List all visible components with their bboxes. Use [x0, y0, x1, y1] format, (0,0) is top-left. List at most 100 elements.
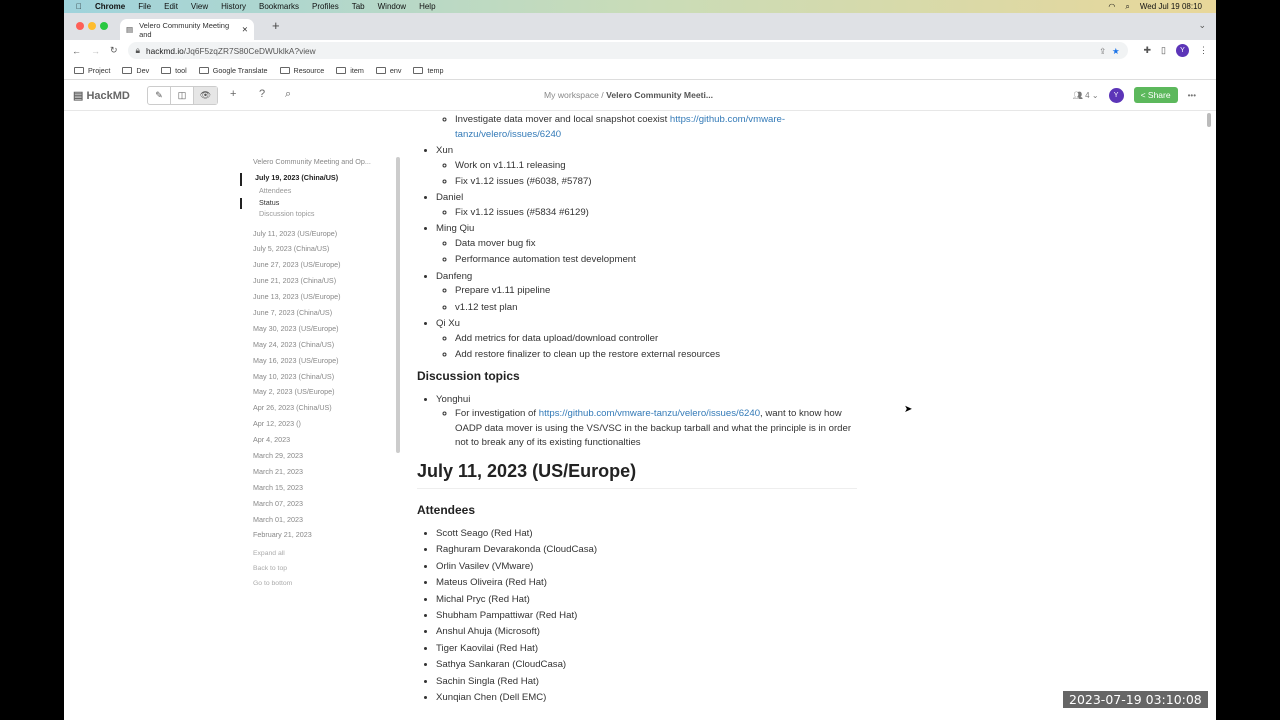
- toc-item[interactable]: May 24, 2023 (China/US): [240, 340, 400, 356]
- toc-title[interactable]: Velero Community Meeting and Op...: [240, 157, 400, 173]
- list-item: Add metrics for data upload/download con…: [455, 332, 857, 347]
- close-tab-icon[interactable]: ✕: [242, 25, 248, 34]
- issue-link[interactable]: https://github.com/vmware-tanzu/velero/i…: [539, 408, 760, 419]
- toc-item[interactable]: June 7, 2023 (China/US): [240, 308, 400, 324]
- menu-window[interactable]: Window: [378, 2, 406, 11]
- toc-expand-all[interactable]: Expand all: [240, 550, 400, 565]
- folder-icon: [413, 66, 424, 74]
- toc-item[interactable]: Apr 26, 2023 (China/US): [240, 403, 400, 419]
- url-input[interactable]: 🔒︎ hackmd.io/Jq6F5zqZR7S80CeDWUklkA?view…: [127, 42, 1128, 59]
- tab-search-chevron-icon[interactable]: ⌄: [1198, 20, 1206, 31]
- bookmark-env[interactable]: env: [375, 66, 401, 75]
- toc-go-to-bottom[interactable]: Go to bottom: [240, 580, 400, 595]
- back-icon[interactable]: ←: [72, 46, 81, 56]
- toc-item[interactable]: May 16, 2023 (US/Europe): [240, 356, 400, 372]
- view-mode-eye-icon[interactable]: 👁︎: [194, 87, 217, 104]
- person-name: Danfeng: [436, 270, 473, 282]
- extensions-icon[interactable]: ✚: [1144, 45, 1152, 56]
- attendee-item: Scott Seago (Red Hat): [436, 527, 857, 542]
- clock[interactable]: Wed Jul 19 08:10: [1140, 2, 1202, 11]
- toc-sub-status[interactable]: Status: [240, 197, 400, 209]
- close-window-button[interactable]: [76, 22, 84, 30]
- toc-item[interactable]: May 30, 2023 (US/Europe): [240, 324, 400, 340]
- menu-history[interactable]: History: [221, 2, 246, 11]
- toc-item[interactable]: March 21, 2023: [240, 467, 400, 483]
- bookmark-star-icon[interactable]: ★: [1112, 46, 1119, 56]
- list-item: Performance automation test development: [455, 253, 857, 268]
- bookmark-project[interactable]: Project: [74, 66, 110, 75]
- share-page-icon[interactable]: ⇪: [1099, 46, 1106, 56]
- reload-icon[interactable]: ↻: [110, 45, 118, 56]
- bookmark-dev[interactable]: Dev: [122, 66, 149, 75]
- toc-current-section[interactable]: July 19, 2023 (China/US): [240, 173, 400, 186]
- maximize-window-button[interactable]: [100, 22, 108, 30]
- minimize-window-button[interactable]: [88, 22, 96, 30]
- split-mode-icon[interactable]: ◫: [171, 87, 194, 104]
- forward-icon[interactable]: →: [91, 46, 100, 56]
- bookmark-label: Google Translate: [212, 65, 268, 75]
- screen:  Chrome File Edit View History Bookmarks Pro…: [64, 0, 1216, 720]
- toc-item[interactable]: June 27, 2023 (US/Europe): [240, 260, 400, 276]
- folder-icon: [161, 66, 172, 74]
- breadcrumb-workspace[interactable]: My workspace /: [544, 90, 604, 100]
- user-avatar[interactable]: Y: [1108, 87, 1124, 103]
- list-item: Ming Qiu Data mover bug fixPerformance au…: [436, 222, 857, 268]
- menu-view[interactable]: View: [191, 2, 208, 11]
- toc-item[interactable]: May 10, 2023 (China/US): [240, 372, 400, 388]
- menu-tab[interactable]: Tab: [352, 2, 365, 11]
- toc-item[interactable]: Apr 12, 2023 (): [240, 419, 400, 435]
- more-menu-icon[interactable]: ⋮: [1199, 45, 1216, 56]
- apple-icon[interactable]: : [76, 2, 82, 11]
- attendee-item: Sathya Sankaran (CloudCasa): [436, 658, 857, 673]
- search-icon[interactable]: ⌕: [1125, 2, 1129, 12]
- toc-item[interactable]: March 01, 2023: [240, 515, 400, 531]
- toc-item[interactable]: March 29, 2023: [240, 451, 400, 467]
- new-tab-button[interactable]: +: [272, 18, 280, 33]
- toc-item[interactable]: June 21, 2023 (China/US): [240, 276, 400, 292]
- toc-item[interactable]: February 21, 2023: [240, 530, 400, 546]
- page-scrollbar[interactable]: [1207, 113, 1211, 127]
- bookmark-tool[interactable]: tool: [161, 66, 187, 75]
- menu-profiles[interactable]: Profiles: [312, 2, 339, 11]
- toc-sub-discussion-topics[interactable]: Discussion topics: [240, 209, 400, 221]
- search-icon[interactable]: ⌕: [285, 88, 291, 101]
- menu-help[interactable]: Help: [419, 2, 435, 11]
- attendee-item: Shubham Pampattiwar (Red Hat): [436, 609, 857, 624]
- wifi-icon[interactable]: ◠: [1108, 2, 1115, 11]
- folder-icon: [74, 66, 84, 74]
- bookmark-label: Project: [88, 65, 111, 75]
- toc-item[interactable]: July 11, 2023 (US/Europe): [240, 229, 400, 245]
- list-item: Prepare v1.11 pipeline: [455, 284, 857, 299]
- toc-item[interactable]: Apr 4, 2023: [240, 435, 400, 451]
- bookmark-google-translate[interactable]: Google Translate: [198, 65, 268, 75]
- toc-sub-attendees[interactable]: Attendees: [240, 186, 400, 198]
- menu-app[interactable]: Chrome: [95, 2, 125, 11]
- share-icon: <: [1140, 90, 1146, 100]
- menu-items: File Edit View History Bookmarks Profiles Tab W…: [138, 2, 435, 11]
- menu-edit[interactable]: Edit: [164, 2, 178, 11]
- toc-item[interactable]: March 07, 2023: [240, 499, 400, 515]
- menu-bookmarks[interactable]: Bookmarks: [259, 2, 299, 11]
- edit-mode-pencil-icon[interactable]: ✎: [148, 87, 171, 104]
- navbar-right: 👥︎ 4 ⌄ Y < Share •••: [1073, 87, 1196, 103]
- new-note-plus-icon[interactable]: +: [230, 88, 236, 100]
- toc-item[interactable]: May 2, 2023 (US/Europe): [240, 387, 400, 403]
- toc-item[interactable]: July 5, 2023 (China/US): [240, 244, 400, 260]
- online-users-button[interactable]: 👥︎ 4 ⌄: [1073, 91, 1099, 100]
- bookmark-temp[interactable]: temp: [413, 66, 443, 75]
- menu-file[interactable]: File: [138, 2, 151, 11]
- toc-back-to-top[interactable]: Back to top: [240, 565, 400, 580]
- help-icon[interactable]: ?: [259, 88, 265, 100]
- toc-item[interactable]: March 15, 2023: [240, 483, 400, 499]
- side-panel-icon[interactable]: ▯: [1161, 45, 1166, 56]
- translate-icon: [198, 66, 209, 74]
- toc-scrollbar[interactable]: [396, 157, 400, 453]
- toc-item[interactable]: June 13, 2023 (US/Europe): [240, 292, 400, 308]
- share-button[interactable]: < Share: [1133, 87, 1178, 103]
- profile-avatar[interactable]: Y: [1176, 44, 1189, 57]
- bookmark-resource[interactable]: Resource: [279, 66, 324, 75]
- bookmark-item[interactable]: item: [336, 66, 364, 75]
- more-options-icon[interactable]: •••: [1188, 91, 1196, 100]
- hackmd-logo[interactable]: ▤ HackMD: [73, 89, 130, 102]
- browser-tab[interactable]: ▤ Velero Community Meeting and ✕: [120, 19, 254, 40]
